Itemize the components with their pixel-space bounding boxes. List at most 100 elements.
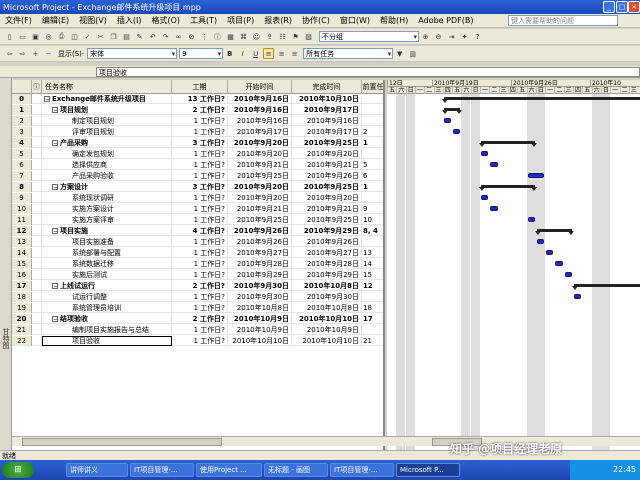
print-icon[interactable]: ⎙ bbox=[56, 31, 67, 42]
menu-report[interactable]: 报表(R) bbox=[259, 15, 297, 26]
table-row[interactable]: 18 试运行调整 1 工作日? 2010年9月30日 2010年9月30日 bbox=[12, 292, 383, 302]
table-row[interactable]: 20− 结项验收 2 工作日? 2010年10月9日 2010年10月10日 17 bbox=[12, 314, 383, 324]
task-duration[interactable]: 1 工作日? bbox=[172, 336, 228, 346]
task-start[interactable]: 2010年9月16日 bbox=[228, 94, 292, 104]
row-id[interactable]: 10 bbox=[12, 204, 32, 214]
task-finish[interactable]: 2010年9月21日 bbox=[292, 160, 362, 170]
task-duration[interactable]: 1 工作日? bbox=[172, 292, 228, 302]
italic-icon[interactable]: I bbox=[237, 48, 248, 59]
task-predecessors[interactable] bbox=[362, 325, 383, 335]
table-row[interactable]: 2 制定项目规划 1 工作日? 2010年9月16日 2010年9月16日 bbox=[12, 116, 383, 126]
col-finish[interactable]: 完成时间 bbox=[292, 80, 362, 94]
collapse-icon[interactable]: − bbox=[52, 140, 58, 147]
task-start[interactable]: 2010年9月29日 bbox=[228, 270, 292, 280]
row-id[interactable]: 14 bbox=[12, 248, 32, 258]
task-finish[interactable]: 2010年9月29日 bbox=[292, 226, 362, 236]
row-id[interactable]: 9 bbox=[12, 193, 32, 203]
show-dropdown[interactable]: 显示(S)· bbox=[58, 49, 84, 59]
task-start[interactable]: 2010年9月30日 bbox=[228, 292, 292, 302]
table-row[interactable]: 15 系统数据迁移 1 工作日? 2010年9月28日 2010年9月28日 14 bbox=[12, 259, 383, 269]
summary-bar[interactable] bbox=[441, 97, 640, 103]
task-name[interactable]: 项目验收 bbox=[42, 336, 172, 346]
task-info-icon[interactable]: ⓘ bbox=[212, 31, 223, 42]
task-finish[interactable]: 2010年10月9日 bbox=[292, 325, 362, 335]
row-id[interactable]: 16 bbox=[12, 270, 32, 280]
task-bar[interactable] bbox=[481, 195, 489, 200]
task-name[interactable]: − 项目实施 bbox=[42, 226, 172, 236]
task-start[interactable]: 2010年9月26日 bbox=[228, 237, 292, 247]
task-predecessors[interactable]: 1 bbox=[362, 138, 383, 148]
task-start[interactable]: 2010年9月20日 bbox=[228, 182, 292, 192]
close-icon[interactable]: × bbox=[628, 1, 640, 13]
task-name[interactable]: 系统管理员培训 bbox=[42, 303, 172, 313]
task-duration[interactable]: 4 工作日? bbox=[172, 226, 228, 236]
task-bar[interactable] bbox=[527, 217, 535, 222]
copy-wizard-icon[interactable]: ✦ bbox=[459, 31, 470, 42]
task-duration[interactable]: 3 工作日? bbox=[172, 138, 228, 148]
goto-task-icon[interactable]: ⇥ bbox=[446, 31, 457, 42]
task-name[interactable]: 实施方案评审 bbox=[42, 215, 172, 225]
col-start[interactable]: 开始时间 bbox=[228, 80, 292, 94]
menu-view[interactable]: 视图(V) bbox=[74, 15, 112, 26]
build-team-icon[interactable]: ☷ bbox=[277, 31, 288, 42]
cut-icon[interactable]: ✂ bbox=[95, 31, 106, 42]
task-predecessors[interactable]: 21 bbox=[362, 336, 383, 346]
task-duration[interactable]: 1 工作日? bbox=[172, 325, 228, 335]
task-predecessors[interactable]: 5 bbox=[362, 160, 383, 170]
task-bar[interactable] bbox=[453, 129, 461, 134]
align-center-icon[interactable]: ≡ bbox=[276, 48, 287, 59]
task-duration[interactable]: 1 工作日? bbox=[172, 215, 228, 225]
col-predecessors[interactable]: 前置任 bbox=[362, 80, 384, 94]
maximize-icon[interactable]: □ bbox=[616, 1, 628, 13]
task-name[interactable]: − 方案设计 bbox=[42, 182, 172, 192]
row-id[interactable]: 1 bbox=[12, 105, 32, 115]
task-name[interactable]: 实施方案设计 bbox=[42, 204, 172, 214]
task-predecessors[interactable]: 17 bbox=[362, 314, 383, 324]
task-predecessors[interactable]: 8, 4 bbox=[362, 226, 383, 236]
task-duration[interactable]: 1 工作日? bbox=[172, 248, 228, 258]
task-finish[interactable]: 2010年9月16日 bbox=[292, 116, 362, 126]
copy-icon[interactable]: ❐ bbox=[108, 31, 119, 42]
task-bar[interactable] bbox=[490, 206, 498, 211]
task-duration[interactable]: 1 工作日? bbox=[172, 160, 228, 170]
task-finish[interactable]: 2010年9月26日 bbox=[292, 171, 362, 181]
table-row[interactable]: 10 实施方案设计 1 工作日? 2010年9月21日 2010年9月21日 9 bbox=[12, 204, 383, 214]
menu-project[interactable]: 项目(P) bbox=[222, 15, 259, 26]
task-name[interactable]: − 产品采购 bbox=[42, 138, 172, 148]
table-row[interactable]: 3 评审项目规划 1 工作日? 2010年9月17日 2010年9月17日 2 bbox=[12, 127, 383, 137]
task-finish[interactable]: 2010年10月8日 bbox=[292, 281, 362, 291]
task-predecessors[interactable]: 18 bbox=[362, 303, 383, 313]
task-duration[interactable]: 1 工作日? bbox=[172, 171, 228, 181]
table-row[interactable]: 16 实施后测试 1 工作日? 2010年9月29日 2010年9月29日 15 bbox=[12, 270, 383, 280]
task-bar[interactable] bbox=[555, 261, 563, 266]
row-id[interactable]: 12 bbox=[12, 226, 32, 236]
task-name[interactable]: 评审项目规划 bbox=[42, 127, 172, 137]
task-duration[interactable]: 2 工作日? bbox=[172, 281, 228, 291]
unlink-icon[interactable]: ⊘ bbox=[186, 31, 197, 42]
task-start[interactable]: 2010年9月21日 bbox=[228, 160, 292, 170]
task-finish[interactable]: 2010年9月17日 bbox=[292, 105, 362, 115]
task-predecessors[interactable]: 12 bbox=[362, 281, 383, 291]
task-name[interactable]: − Exchange邮件系统升级项目 bbox=[42, 94, 172, 104]
task-predecessors[interactable] bbox=[362, 94, 383, 104]
row-id[interactable]: 0 bbox=[12, 94, 32, 104]
start-button[interactable]: ⊞ bbox=[2, 462, 34, 478]
task-name[interactable]: 选择供应商 bbox=[42, 160, 172, 170]
task-name[interactable]: 编制项目实施报告与总结 bbox=[42, 325, 172, 335]
task-duration[interactable]: 1 工作日? bbox=[172, 270, 228, 280]
task-bar[interactable] bbox=[546, 250, 554, 255]
task-duration[interactable]: 1 工作日? bbox=[172, 303, 228, 313]
menu-insert[interactable]: 插入(I) bbox=[112, 15, 147, 26]
table-row[interactable]: 14 系统部署与配置 1 工作日? 2010年9月27日 2010年9月27日 13 bbox=[12, 248, 383, 258]
preview-icon[interactable]: ◫ bbox=[69, 31, 80, 42]
menu-file[interactable]: 文件(F) bbox=[0, 15, 37, 26]
font-select[interactable]: 宋体 bbox=[87, 48, 178, 59]
row-id[interactable]: 3 bbox=[12, 127, 32, 137]
save-icon[interactable]: ▣ bbox=[30, 31, 41, 42]
task-start[interactable]: 2010年9月25日 bbox=[228, 215, 292, 225]
task-finish[interactable]: 2010年9月30日 bbox=[292, 292, 362, 302]
taskbar-item-1[interactable]: IT项目管理-... bbox=[130, 463, 194, 477]
row-id[interactable]: 8 bbox=[12, 182, 32, 192]
task-duration[interactable]: 3 工作日? bbox=[172, 182, 228, 192]
task-finish[interactable]: 2010年9月25日 bbox=[292, 138, 362, 148]
